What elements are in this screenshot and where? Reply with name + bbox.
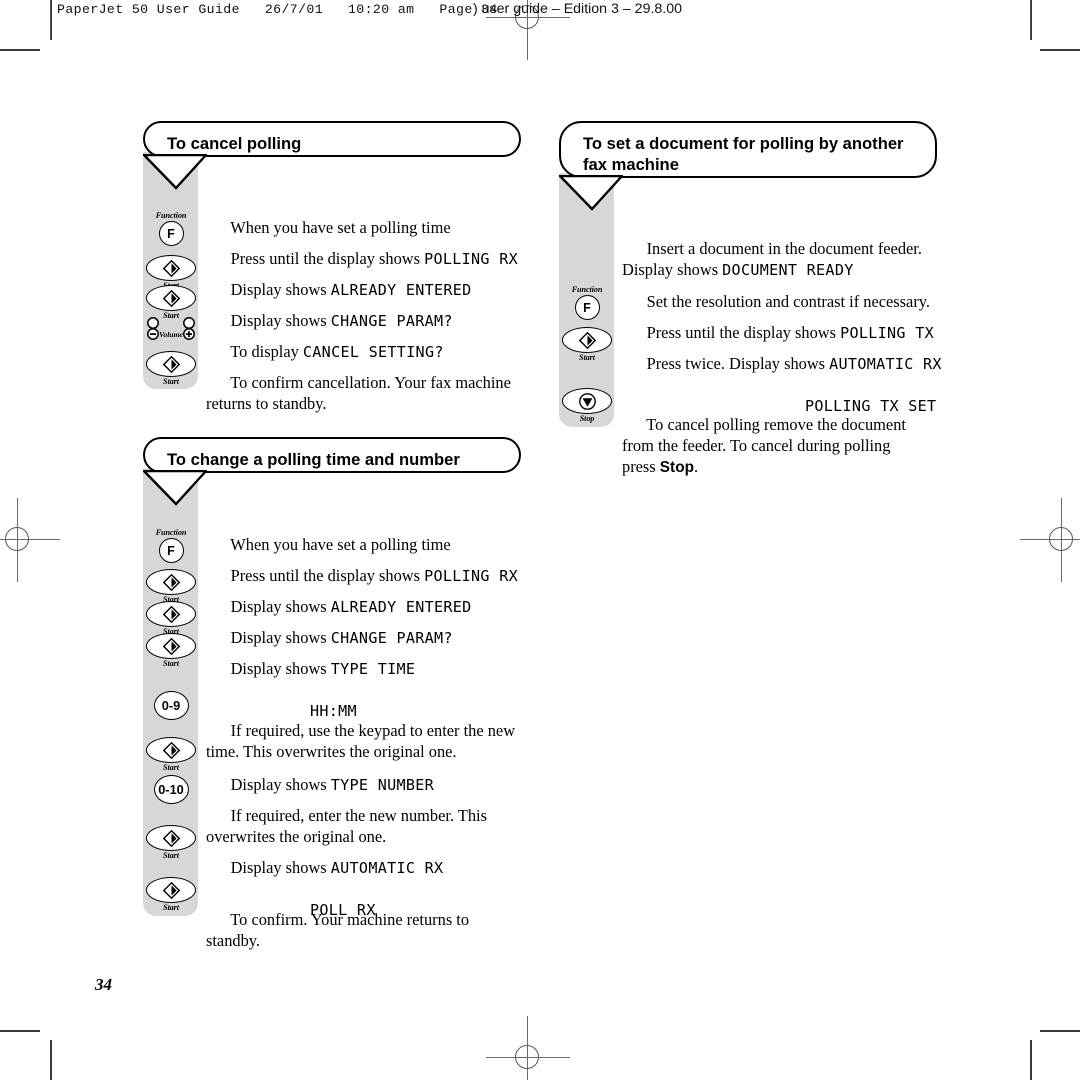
function-button-icon: F [158,221,184,246]
start-button-icon [146,737,196,763]
callout-tail-change-polling [143,470,207,506]
start-diamond-icon [162,355,180,373]
step-bold-word: Stop [659,459,694,476]
key-caption-function-s1: Function [155,211,187,220]
start-diamond-icon [162,573,180,591]
step-text: Press twice. Display shows [646,354,830,373]
key-start-s2-c[interactable]: Start [146,633,196,668]
key-caption-stop-s3: Stop [579,414,595,423]
start-diamond-icon [162,259,180,277]
callout-tail-set-document [559,175,623,211]
volume-button-icon: Volume [144,317,198,341]
function-glyph-s1: F [167,226,175,241]
key-start-s2-b[interactable]: Start [146,601,196,636]
key-function-s1[interactable]: Function F [146,211,196,246]
start-button-icon [146,255,196,281]
registration-mark-right [1020,498,1080,582]
key-start-s2-a[interactable]: Start [146,569,196,604]
key-caption-start-s2-d: Start [163,763,179,772]
key-caption-start-s2-c: Start [163,659,179,668]
step-text-tail: . [694,457,699,476]
function-button-icon: F [158,538,184,563]
header-rule-right [1030,0,1032,40]
key-start-s2-d[interactable]: Start [146,737,196,772]
key-start-s1-b[interactable]: Start [146,285,196,320]
start-diamond-icon [162,289,180,307]
start-diamond-icon [162,741,180,759]
start-button-icon [146,351,196,377]
key-caption-start-s1-c: Start [163,377,179,386]
heading-change-polling-text: To change a polling time and number [167,450,460,469]
header-rule-left [50,0,52,40]
start-button-icon [562,327,612,353]
lcd-text: TYPE TIME [330,660,416,678]
start-button-icon [146,601,196,627]
start-diamond-icon [162,637,180,655]
key-stop-s3[interactable]: Stop [562,388,612,423]
start-button-icon [146,877,196,903]
crop-mark-bottom-right-vertical [1030,1040,1032,1080]
heading-cancel-polling-text: To cancel polling [167,134,302,153]
registration-mark-left [0,498,60,582]
crop-mark-bottom-left-horizontal [0,1030,40,1032]
key-start-s3[interactable]: Start [562,327,612,362]
start-button-icon [146,633,196,659]
crop-mark-top-right-horizontal [1040,49,1080,51]
start-button-icon [146,285,196,311]
keypad-range-label: 0-9 [161,698,181,713]
key-keypad-0-10[interactable]: 0-10 [153,775,189,804]
step-text: Display shows [230,858,331,877]
running-header-left: PaperJet 50 User Guide 26/7/01 10:20 am … [57,2,498,17]
key-function-s3[interactable]: Function F [562,285,612,320]
function-glyph-s2: F [167,543,175,558]
stop-button-icon [562,388,612,414]
key-start-s2-e[interactable]: Start [146,825,196,860]
key-caption-function-s3: Function [571,285,603,294]
step-row: To confirm. Your machine returns to stan… [206,888,469,972]
start-diamond-icon [162,829,180,847]
callout-tail-cancel-polling [143,154,207,190]
start-button-icon [146,825,196,851]
start-button-icon [146,569,196,595]
manual-page: PaperJet 50 User Guide 26/7/01 10:20 am … [0,0,1080,1080]
heading-set-document: To set a document for polling by another… [559,121,937,178]
keypad-button-icon: 0-10 [153,775,189,804]
step-row: To confirm cancellation. Your fax machin… [206,351,511,435]
crop-mark-top-left-horizontal [0,49,40,51]
key-function-s2[interactable]: Function F [146,528,196,563]
key-volume-s1[interactable]: Volume [144,317,198,341]
lcd-text: AUTOMATIC RX [829,355,942,373]
page-number: 34 [95,975,112,994]
heading-cancel-polling: To cancel polling [143,121,521,157]
key-caption-start-s2-f: Start [163,903,179,912]
stop-triangle-icon [578,392,596,410]
key-caption-start-s2-e: Start [163,851,179,860]
running-header-right: ) user guide – Edition 3 – 29.8.00 [473,1,683,17]
start-diamond-icon [162,881,180,899]
key-caption-start-s3: Start [579,353,595,362]
key-start-s2-f[interactable]: Start [146,877,196,912]
step-text: To confirm cancellation. Your fax machin… [206,373,511,413]
crop-mark-bottom-right-horizontal [1040,1030,1080,1032]
step-text: Display shows [230,659,331,678]
crop-mark-bottom-left-vertical [50,1040,52,1080]
registration-mark-bottom [486,1016,570,1080]
key-caption-function-s2: Function [155,528,187,537]
start-diamond-icon [578,331,596,349]
keypad-range-label: 0-10 [158,782,184,797]
key-keypad-0-9[interactable]: 0-9 [153,691,189,720]
lcd-text: AUTOMATIC RX [330,859,444,877]
key-caption-volume-s1: Volume [159,329,183,339]
start-diamond-icon [162,605,180,623]
key-start-s1-c[interactable]: Start [146,351,196,386]
step-text: To confirm. Your machine returns to stan… [206,910,470,950]
function-glyph-s3: F [583,300,591,315]
step-row: To cancel polling remove the document fr… [622,393,906,499]
function-button-icon: F [574,295,600,320]
keypad-button-icon: 0-9 [153,691,189,720]
heading-change-polling: To change a polling time and number [143,437,521,473]
heading-set-document-text: To set a document for polling by another… [583,134,904,174]
